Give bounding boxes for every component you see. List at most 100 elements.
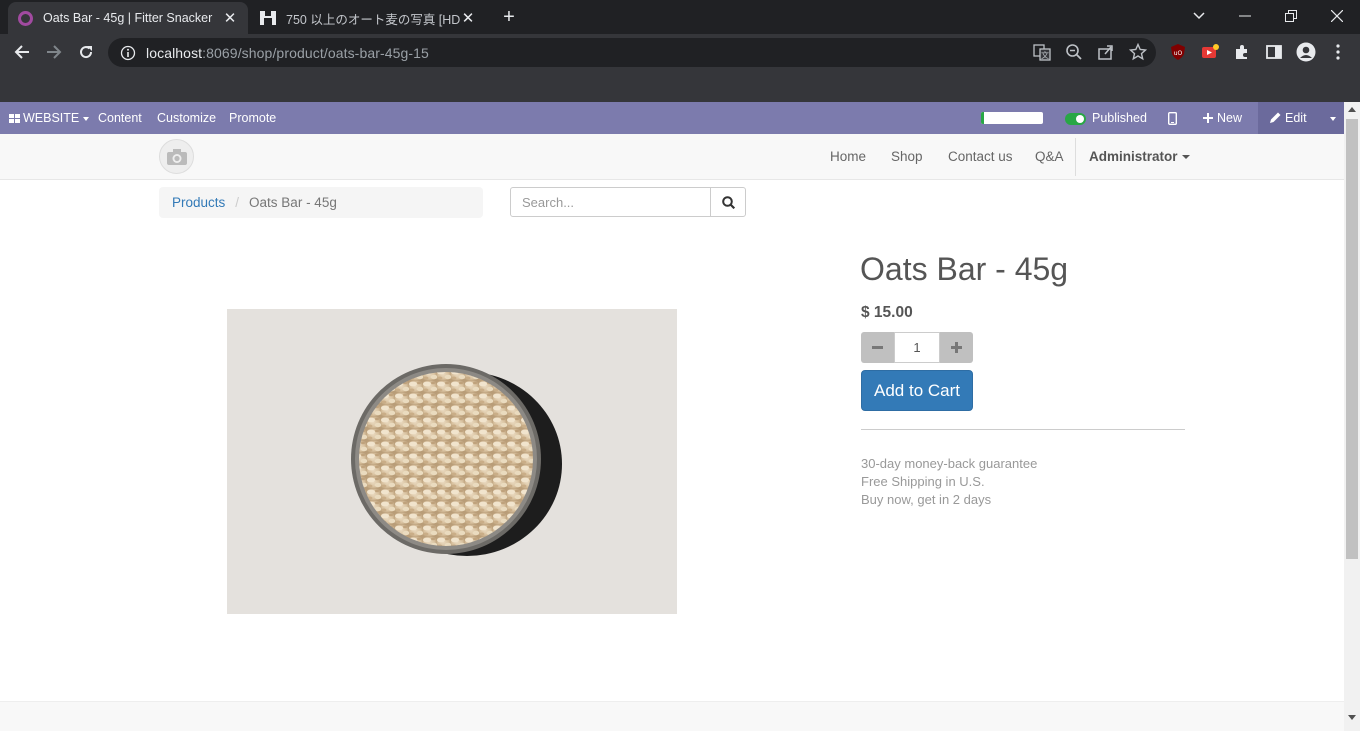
- add-to-cart-button[interactable]: Add to Cart: [861, 370, 973, 411]
- back-button[interactable]: [8, 38, 36, 66]
- odoo-favicon-icon: [18, 10, 33, 26]
- browser-tab-inactive[interactable]: 750 以上のオート麦の写真 [HD] | Un ✕: [250, 2, 486, 34]
- arrow-right-icon: [47, 45, 62, 59]
- quantity-increase-button[interactable]: [940, 332, 973, 363]
- zoom-out-icon[interactable]: [1064, 42, 1084, 62]
- profile-avatar-icon[interactable]: [1296, 42, 1316, 62]
- publish-toggle[interactable]: Published: [1065, 102, 1147, 134]
- quantity-stepper: [861, 332, 973, 363]
- caret-down-icon: [83, 116, 90, 121]
- share-icon[interactable]: [1096, 42, 1116, 62]
- restore-button[interactable]: [1268, 0, 1314, 32]
- product-image[interactable]: [227, 309, 677, 614]
- side-panel-icon[interactable]: [1264, 42, 1284, 62]
- forward-button[interactable]: [40, 38, 68, 66]
- tab-title: Oats Bar - 45g | Fitter Snacker: [43, 11, 213, 25]
- site-logo[interactable]: [159, 139, 194, 174]
- footer: [0, 701, 1344, 731]
- plus-icon: [1203, 113, 1213, 123]
- progress-fill: [981, 112, 985, 124]
- minus-icon: [872, 346, 883, 349]
- promote-menu[interactable]: Promote: [229, 102, 276, 134]
- apps-grid-icon: [9, 114, 20, 123]
- page-viewport: WEBSITE Content Customize Promote Publis…: [0, 102, 1344, 731]
- edit-dropdown-toggle[interactable]: [1326, 102, 1336, 134]
- pencil-icon: [1270, 112, 1281, 123]
- menu-qa[interactable]: Q&A: [1035, 134, 1064, 180]
- new-label: New: [1217, 111, 1243, 125]
- address-bar[interactable]: localhost:8069/shop/product/oats-bar-45g…: [108, 38, 1156, 67]
- feature-item: Free Shipping in U.S.: [861, 474, 985, 489]
- menu-shop[interactable]: Shop: [891, 134, 923, 180]
- product-title: Oats Bar - 45g: [860, 251, 1069, 287]
- breadcrumb-current: Oats Bar - 45g: [249, 195, 337, 210]
- translate-icon[interactable]: 文: [1032, 42, 1052, 62]
- svg-text:文: 文: [1041, 50, 1049, 60]
- caret-down-icon: [1330, 116, 1336, 121]
- seo-progress-bar[interactable]: [981, 112, 1043, 124]
- browser-tab-strip: Oats Bar - 45g | Fitter Snacker ✕ 750 以上…: [0, 0, 1360, 34]
- published-label: Published: [1092, 111, 1147, 125]
- product-price: $ 15.00: [861, 304, 913, 321]
- edit-label: Edit: [1285, 111, 1307, 125]
- new-content-button[interactable]: New: [1203, 102, 1242, 134]
- browser-toolbar: localhost:8069/shop/product/oats-bar-45g…: [0, 34, 1360, 70]
- tab-search-button[interactable]: [1176, 0, 1222, 32]
- toggle-switch-icon: [1065, 112, 1086, 125]
- svg-text:uO: uO: [1174, 50, 1183, 57]
- mobile-preview-button[interactable]: [1167, 102, 1177, 134]
- mobile-icon: [1167, 112, 1177, 126]
- customize-menu[interactable]: Customize: [157, 102, 216, 134]
- menu-home[interactable]: Home: [830, 134, 866, 180]
- minimize-icon: [1239, 15, 1251, 17]
- search-button[interactable]: [710, 187, 746, 217]
- close-icon[interactable]: ✕: [222, 9, 238, 27]
- website-label: WEBSITE: [23, 111, 80, 125]
- site-header: Home Shop Contact us Q&A Administrator: [0, 134, 1344, 180]
- bookmarks-bar: [0, 70, 1360, 102]
- info-icon[interactable]: [120, 45, 136, 61]
- youtube-extension-icon[interactable]: [1200, 42, 1220, 62]
- new-tab-button[interactable]: +: [498, 6, 520, 28]
- breadcrumb-separator: /: [235, 195, 240, 210]
- page-scrollbar[interactable]: [1344, 102, 1360, 731]
- kebab-menu-icon[interactable]: [1328, 42, 1348, 62]
- user-menu[interactable]: Administrator: [1089, 134, 1190, 180]
- section-divider: [861, 429, 1185, 430]
- website-menu[interactable]: WEBSITE: [9, 102, 90, 134]
- scroll-down-arrow-icon[interactable]: [1348, 715, 1356, 720]
- oats-bowl-photo: [227, 309, 677, 614]
- quantity-input[interactable]: [894, 332, 940, 363]
- edit-button[interactable]: Edit: [1270, 102, 1307, 134]
- unsplash-favicon-icon: [260, 11, 276, 25]
- breadcrumb: Products / Oats Bar - 45g: [159, 187, 483, 218]
- plus-icon: [951, 342, 962, 353]
- close-icon[interactable]: ✕: [460, 9, 476, 27]
- camera-placeholder-icon: [166, 148, 187, 165]
- product-search-input[interactable]: [510, 187, 711, 217]
- menu-divider: [1075, 138, 1076, 176]
- breadcrumb-products-link[interactable]: Products: [172, 195, 225, 210]
- product-features: 30-day money-back guarantee Free Shippin…: [861, 455, 1037, 509]
- quantity-decrease-button[interactable]: [861, 332, 894, 363]
- user-name: Administrator: [1089, 149, 1178, 164]
- chevron-down-icon: [1193, 12, 1205, 20]
- odoo-editor-bar: WEBSITE Content Customize Promote Publis…: [0, 102, 1344, 134]
- extensions-puzzle-icon[interactable]: [1232, 42, 1252, 62]
- browser-tab-active[interactable]: Oats Bar - 45g | Fitter Snacker ✕: [8, 2, 248, 34]
- ublock-extension-icon[interactable]: uO: [1168, 42, 1188, 62]
- search-icon: [721, 195, 735, 209]
- tab-title: 750 以上のオート麦の写真 [HD] | Un: [286, 12, 460, 27]
- minimize-button[interactable]: [1222, 0, 1268, 32]
- scroll-up-arrow-icon[interactable]: [1348, 107, 1356, 112]
- arrow-left-icon: [14, 45, 29, 59]
- bookmark-star-icon[interactable]: [1128, 42, 1148, 62]
- feature-item: Buy now, get in 2 days: [861, 492, 992, 507]
- content-menu[interactable]: Content: [98, 102, 142, 134]
- close-window-button[interactable]: [1314, 0, 1360, 32]
- reload-button[interactable]: [72, 38, 100, 66]
- restore-icon: [1285, 10, 1297, 22]
- caret-down-icon: [1181, 155, 1190, 160]
- scrollbar-thumb[interactable]: [1346, 119, 1358, 559]
- menu-contact-us[interactable]: Contact us: [948, 134, 1013, 180]
